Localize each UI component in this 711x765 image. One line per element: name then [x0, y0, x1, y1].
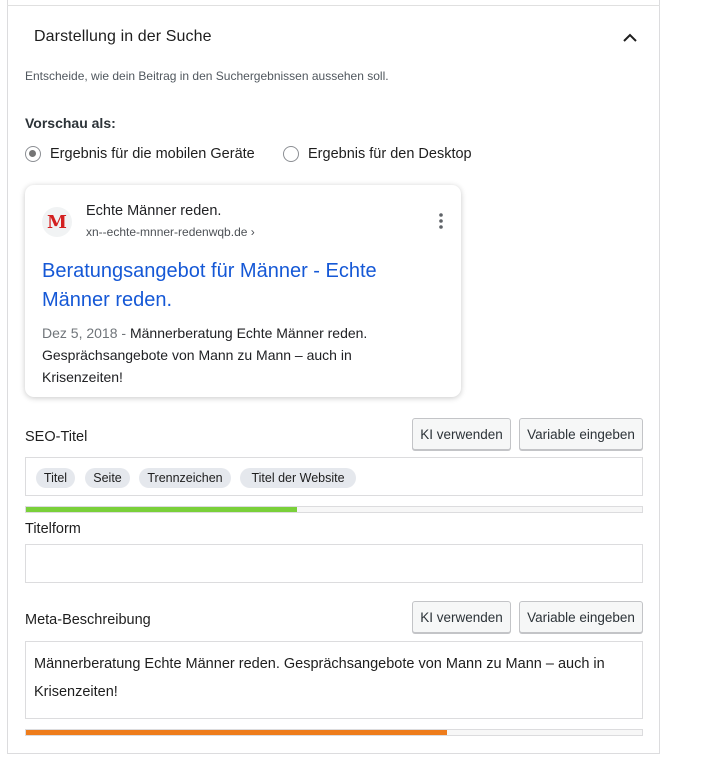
meta-variable-button[interactable]: Variable eingeben [519, 601, 643, 633]
radio-mobile-result[interactable]: Ergebnis für die mobilen Geräte [25, 146, 255, 162]
serp-preview-card: M Echte Männer reden. xn--echte-mnner-re… [25, 185, 461, 397]
serp-url: xn--echte-mnner-redenwqb.de › [86, 225, 255, 239]
variable-tag-site-title[interactable]: Titel der Website [240, 468, 356, 488]
more-options-button[interactable] [436, 212, 446, 230]
variable-tag-page[interactable]: Seite [85, 468, 130, 488]
kebab-menu-icon [439, 213, 443, 229]
preview-label: Vorschau als: [25, 115, 116, 131]
radio-desktop-label: Ergebnis für den Desktop [308, 146, 472, 162]
seo-title-length-fill [26, 507, 298, 512]
radio-mobile-label: Ergebnis für die mobilen Geräte [50, 146, 255, 162]
seo-title-variable-button[interactable]: Variable eingeben [519, 418, 643, 450]
title-form-label: Titelform [25, 521, 81, 537]
serp-date: Dez 5, 2018 [42, 325, 118, 341]
variable-tag-title[interactable]: Titel [36, 468, 75, 488]
meta-length-fill [26, 730, 448, 735]
meta-description-text: Männerberatung Echte Männer reden. Gespr… [34, 656, 605, 700]
favicon-letter: M [47, 211, 67, 233]
title-form-input[interactable] [25, 544, 643, 583]
serp-site-name: Echte Männer reden. [86, 203, 222, 219]
serp-title-link[interactable]: Beratungsangebot für Männer - Echte Männ… [42, 257, 442, 315]
radio-button[interactable] [283, 146, 299, 162]
divider [7, 5, 660, 6]
serp-description-block: Dez 5, 2018 - Männerberatung Echte Männe… [42, 322, 432, 388]
meta-description-textarea[interactable]: Männerberatung Echte Männer reden. Gespr… [25, 641, 643, 719]
radio-desktop-result[interactable]: Ergebnis für den Desktop [283, 146, 472, 162]
radio-button-checked[interactable] [25, 146, 41, 162]
site-favicon: M [42, 207, 72, 237]
chevron-up-icon [623, 33, 637, 42]
variable-tag-separator[interactable]: Trennzeichen [139, 468, 231, 488]
serp-date-separator: - [117, 325, 130, 341]
seo-title-input[interactable]: Titel Seite Trennzeichen Titel der Websi… [25, 457, 643, 496]
seo-title-ai-button[interactable]: KI verwenden [412, 418, 511, 450]
meta-length-bar [25, 729, 643, 736]
seo-title-length-bar [25, 506, 643, 513]
seo-title-label: SEO-Titel [25, 429, 88, 445]
meta-description-label: Meta-Beschreibung [25, 612, 151, 628]
section-intro: Entscheide, wie dein Beitrag in den Such… [25, 69, 389, 83]
collapse-button[interactable] [618, 27, 642, 47]
meta-ai-button[interactable]: KI verwenden [412, 601, 511, 633]
section-title: Darstellung in der Suche [34, 28, 212, 45]
